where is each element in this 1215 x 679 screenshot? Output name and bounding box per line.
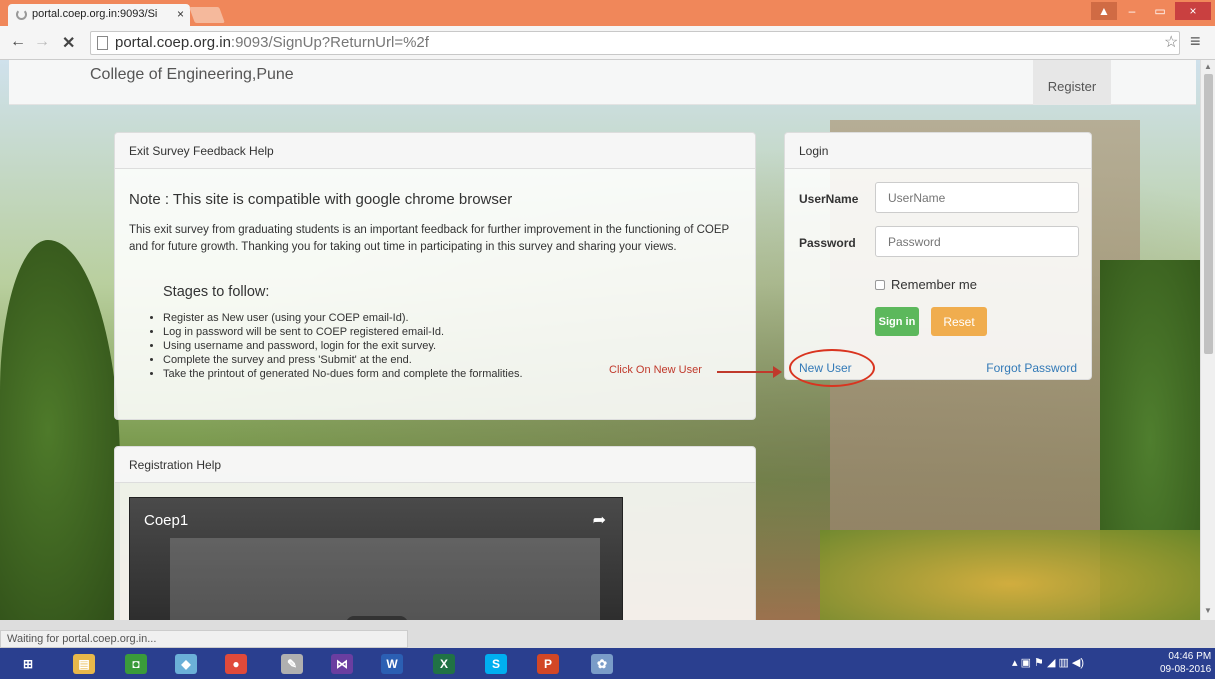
window-controls: ▲ – ▭ × [1091,2,1211,20]
excel-icon: X [433,654,455,674]
list-item: Using username and password, login for t… [163,339,523,353]
reset-button[interactable]: Reset [931,307,987,336]
background-trees-left [0,240,120,620]
browser-menu-icon[interactable]: ≡ [1190,31,1201,52]
taskbar-skype[interactable]: S [476,651,516,677]
close-window-button[interactable]: × [1175,2,1211,20]
username-label: UserName [799,192,859,206]
scroll-up-icon[interactable]: ▲ [1204,62,1212,71]
background-flowers [820,530,1200,620]
taskbar-excel[interactable]: X [424,651,464,677]
taskbar-visual-studio[interactable]: ⋈ [322,651,362,677]
password-label: Password [799,236,856,250]
video-title[interactable]: Coep1 [144,512,188,529]
page-icon [97,36,108,50]
tab-title: portal.coep.org.in:9093/Si [32,8,158,20]
taskbar-word[interactable]: W [372,651,412,677]
remember-me[interactable]: Remember me [875,277,977,292]
taskbar-photos[interactable]: ◆ [166,651,206,677]
user-icon[interactable]: ▲ [1091,2,1117,20]
tab-close-icon[interactable]: × [177,7,184,21]
powerpoint-icon: P [537,654,559,674]
status-bar: Waiting for portal.coep.org.in... [0,630,408,648]
registration-video[interactable]: Coep1 ➦ [129,497,623,620]
loading-spinner-icon [16,9,27,20]
login-panel: Login UserName Password Remember me Sign… [784,132,1092,387]
list-item: Log in password will be sent to COEP reg… [163,325,523,339]
clock-date: 09-08-2016 [1160,664,1212,675]
system-tray[interactable]: ▴ ▣ ⚑ ◢ ▥ ◀) [1012,656,1084,669]
visual-studio-icon: ⋈ [331,654,353,674]
login-heading: Login [785,133,1091,169]
taskbar-store[interactable]: ◘ [116,651,156,677]
address-bar[interactable]: portal.coep.org.in:9093/SignUp?ReturnUrl… [90,31,1180,55]
scroll-down-icon[interactable]: ▼ [1204,606,1212,615]
store-icon: ◘ [125,654,147,674]
registration-help-panel: Registration Help Coep1 ➦ [114,446,756,620]
taskbar-file-explorer[interactable]: ▤ [64,651,104,677]
browser-titlebar: portal.coep.org.in:9093/Si × ▲ – ▭ × [0,0,1215,26]
callout-arrow-icon [773,366,782,378]
sign-in-button[interactable]: Sign in [875,307,919,336]
chrome-icon: ● [225,654,247,674]
username-input[interactable] [875,182,1079,213]
site-brand[interactable]: College of Engineering,Pune [90,66,294,84]
taskbar-powerpoint[interactable]: P [528,651,568,677]
bookmark-star-icon[interactable]: ☆ [1164,32,1178,52]
word-icon: W [381,654,403,674]
back-icon[interactable]: ← [10,33,26,51]
password-input[interactable] [875,226,1079,257]
remember-me-label: Remember me [891,277,977,292]
forward-icon[interactable]: → [34,33,50,51]
browser-toolbar: ← → ✕ portal.coep.org.in:9093/SignUp?Ret… [0,26,1215,60]
scroll-thumb[interactable] [1204,74,1213,354]
browser-tab[interactable]: portal.coep.org.in:9093/Si × [8,4,190,26]
share-icon[interactable]: ➦ [593,510,606,530]
photos-icon: ◆ [175,654,197,674]
play-button[interactable] [346,616,408,620]
page-scrollbar[interactable]: ▲ ▼ [1200,60,1215,620]
url-host: portal.coep.org.in [115,34,231,51]
page-viewport: College of Engineering,Pune Register Exi… [0,60,1200,620]
exit-survey-panel: Exit Survey Feedback Help Note : This si… [114,132,782,420]
taskbar-tool[interactable]: ✎ [272,651,312,677]
stages-title: Stages to follow: [163,284,270,300]
new-tab-button[interactable] [189,7,225,23]
callout-arrow-line [717,371,777,373]
compatibility-note: Note : This site is compatible with goog… [129,191,513,208]
file-explorer-icon: ▤ [73,654,95,674]
stages-list: Register as New user (using your COEP em… [149,311,523,381]
taskbar-paint[interactable]: ✿ [582,651,622,677]
remember-me-checkbox[interactable] [875,280,885,290]
tool-icon: ✎ [281,654,303,674]
list-item: Register as New user (using your COEP em… [163,311,523,325]
taskbar-start[interactable]: ⊞ [8,651,48,677]
exit-survey-heading: Exit Survey Feedback Help [115,133,755,169]
list-item: Take the printout of generated No-dues f… [163,367,523,381]
maximize-button[interactable]: ▭ [1147,2,1173,20]
url-path: :9093/SignUp?ReturnUrl=%2f [230,34,429,51]
survey-intro: This exit survey from graduating student… [129,224,729,253]
start-icon: ⊞ [17,654,39,674]
registration-help-heading: Registration Help [115,447,755,483]
new-user-callout: Click On New User [609,364,702,376]
stop-icon[interactable]: ✕ [62,33,75,53]
taskbar-clock[interactable]: 04:46 PM 09-08-2016 [1160,650,1211,676]
windows-taskbar: ⊞ ▤ ◘ ◆ ● ✎ ⋈ W X S P ✿ ▴ ▣ ⚑ ◢ ▥ ◀) 04:46 PM 09-08… [0,648,1215,679]
taskbar-chrome[interactable]: ● [216,651,256,677]
clock-time: 04:46 PM [1168,651,1212,662]
forgot-password-link[interactable]: Forgot Password [986,361,1077,375]
new-user-link[interactable]: New User [799,361,852,375]
video-frame [170,538,600,620]
skype-icon: S [485,654,507,674]
site-navbar: College of Engineering,Pune Register [9,60,1196,105]
register-link[interactable]: Register [1033,60,1111,105]
paint-icon: ✿ [591,654,613,674]
minimize-button[interactable]: – [1119,2,1145,20]
list-item: Complete the survey and press 'Submit' a… [163,353,523,367]
